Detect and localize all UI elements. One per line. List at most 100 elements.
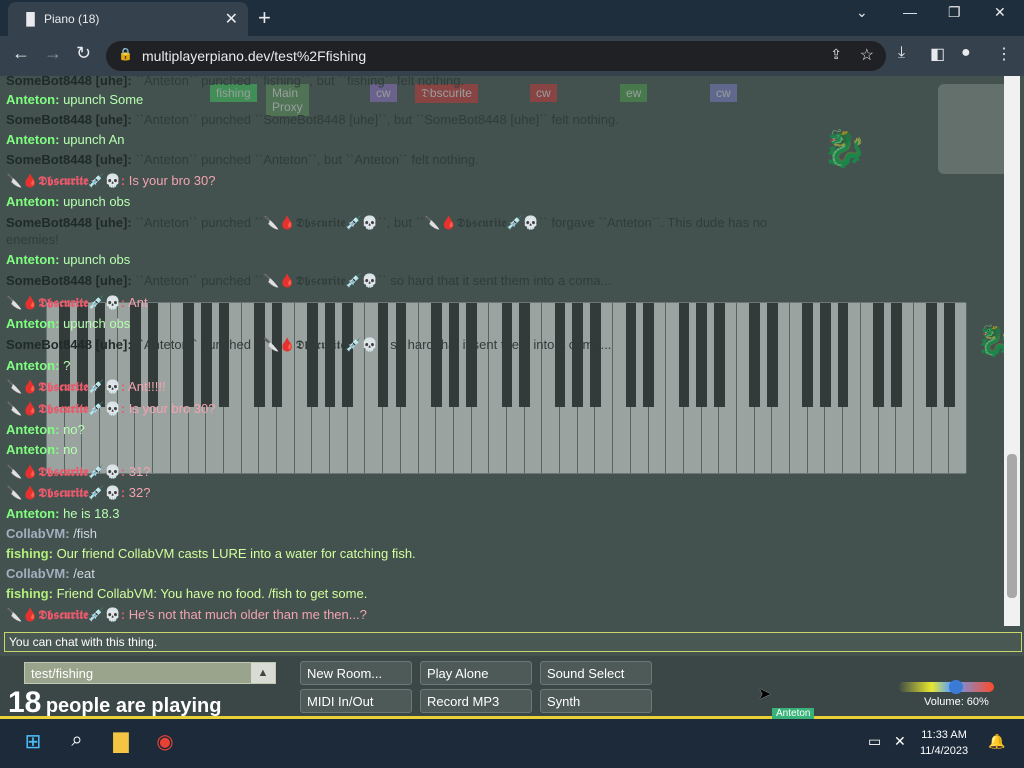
browser-tab[interactable]: ▐▌ Piano (18) ✕ <box>8 2 248 36</box>
clock[interactable]: 11:33 AM 11/4/2023 <box>920 727 968 759</box>
user-cursor-tag: Anteton <box>772 708 815 719</box>
chat-author: Anteton: <box>6 194 60 209</box>
chat-text: /eat <box>73 566 95 581</box>
clock-date: 11/4/2023 <box>920 745 969 757</box>
synth-button[interactable]: Synth <box>540 689 652 713</box>
chat-message: Anteton: upunch obs <box>6 316 130 331</box>
volume-muted-icon[interactable]: ✕ <box>894 733 906 750</box>
chat-message: CollabVM: /fish <box>6 526 97 541</box>
close-window-icon[interactable]: ✕ <box>994 4 1006 21</box>
chat-text: ``Anteton`` punched ``🔪🩸𝕯𝖇𝖘𝖈𝖚𝖗𝖎𝖙𝖊💉💀`` so… <box>135 337 612 352</box>
midi-button[interactable]: MIDI In/Out <box>300 689 412 713</box>
chat-text: ``Anteton`` punched ``SomeBot8448 [uhe]`… <box>135 112 619 127</box>
chat-message: fishing: Friend CollabVM: You have no fo… <box>6 586 367 601</box>
chat-author: CollabVM: <box>6 526 70 541</box>
chat-author: 🔪🩸𝕯𝖇𝖘𝖈𝖚𝖗𝖎𝖙𝖊💉💀: <box>6 379 126 394</box>
chat-text: 32? <box>128 485 151 500</box>
piano-page: fishing Main Proxy cw 𝔇bscurite cw ew cw 🐉 🐉 S… <box>0 76 1024 718</box>
reload-icon[interactable]: ↻ <box>76 43 91 64</box>
chat-author: 🔪🩸𝕯𝖇𝖘𝖈𝖚𝖗𝖎𝖙𝖊💉💀: <box>6 607 126 622</box>
chat-message: 🔪🩸𝕯𝖇𝖘𝖈𝖚𝖗𝖎𝖙𝖊💉💀: 31? <box>6 464 150 480</box>
profile-icon[interactable]: ● <box>961 44 971 62</box>
address-bar[interactable]: 🔒 multiplayerpiano.dev/test%2Ffishing ⇪ … <box>106 41 886 71</box>
chat-scrollbar[interactable] <box>1004 76 1020 626</box>
chat-message: Anteton: upunch Some <box>6 92 143 107</box>
scrollbar-thumb[interactable] <box>1007 454 1017 598</box>
minimize-icon[interactable]: — <box>903 4 917 20</box>
volume-slider[interactable] <box>898 682 994 692</box>
chat-text: upunch obs <box>63 252 131 267</box>
volume-knob[interactable] <box>948 680 963 694</box>
chat-message: Anteton: he is 18.3 <box>6 506 119 521</box>
close-tab-icon[interactable]: ✕ <box>225 9 238 29</box>
chevron-up-icon[interactable]: ▲ <box>251 663 275 683</box>
chat-message: 🔪🩸𝕯𝖇𝖘𝖈𝖚𝖗𝖎𝖙𝖊💉💀: Is your bro 30? <box>6 173 215 189</box>
chat-input[interactable]: You can chat with this thing. <box>4 632 1022 652</box>
chat-message: 🔪🩸𝕯𝖇𝖘𝖈𝖚𝖗𝖎𝖙𝖊💉💀: 32? <box>6 485 150 501</box>
chat-author: SomeBot8448 [uhe]: <box>6 215 132 230</box>
record-mp3-button[interactable]: Record MP3 <box>420 689 532 713</box>
chat-author: 🔪🩸𝕯𝖇𝖘𝖈𝖚𝖗𝖎𝖙𝖊💉💀: <box>6 173 126 188</box>
mouse-cursor-icon: ➤ <box>758 686 772 703</box>
chat-text: Ant!!!!! <box>128 379 166 394</box>
chat-message: Anteton: upunch obs <box>6 194 130 209</box>
side-panel-icon[interactable]: ◧ <box>930 44 945 64</box>
chat-text: ? <box>63 358 71 373</box>
forward-icon[interactable]: → <box>44 43 62 64</box>
sound-select-button[interactable]: Sound Select <box>540 661 652 685</box>
chrome-icon[interactable]: ◉ <box>150 729 180 759</box>
chat-message: 🔪🩸𝕯𝖇𝖘𝖈𝖚𝖗𝖎𝖙𝖊💉💀: Is your bro 30? <box>6 401 215 417</box>
chat-text: Is your bro 30? <box>128 173 216 188</box>
chat-text: enemies! <box>6 232 59 247</box>
share-icon[interactable]: ⇪ <box>830 46 842 63</box>
chat-author: fishing: <box>6 586 53 601</box>
chat-author: Anteton: <box>6 252 60 267</box>
room-select[interactable]: test/fishing ▲ <box>24 662 276 684</box>
chat-message: SomeBot8448 [uhe]: ``Anteton`` punched `… <box>6 273 611 289</box>
chat-message: fishing: Our friend CollabVM casts LURE … <box>6 546 416 561</box>
menu-icon[interactable]: ⋮ <box>996 44 1012 64</box>
chat-message: 🔪🩸𝕯𝖇𝖘𝖈𝖚𝖗𝖎𝖙𝖊💉💀: He's not that much older … <box>6 607 367 623</box>
play-alone-button[interactable]: Play Alone <box>420 661 532 685</box>
taskbar: ⊞ ⌕ ▇ ◉ ▭ ✕ 11:33 AM 11/4/2023 🔔 <box>0 719 1024 768</box>
download-icon[interactable]: ⤓ <box>898 44 905 62</box>
bookmark-star-icon[interactable]: ☆ <box>860 45 874 65</box>
people-count: 18 <box>8 686 42 719</box>
chat-message: enemies! <box>6 232 59 247</box>
chat-author: Anteton: <box>6 358 60 373</box>
chat-text: he is 18.3 <box>63 506 120 521</box>
chat-message: SomeBot8448 [uhe]: ``Anteton`` punched `… <box>6 337 611 353</box>
chat-author: Anteton: <box>6 422 60 437</box>
back-icon[interactable]: ← <box>12 43 30 64</box>
chat-author: SomeBot8448 [uhe]: <box>6 273 132 288</box>
chat-author: Anteton: <box>6 442 60 457</box>
clock-time: 11:33 AM <box>921 729 967 741</box>
lock-icon[interactable]: 🔒 <box>118 47 133 61</box>
browser-toolbar: ← → ↻ 🔒 multiplayerpiano.dev/test%2Ffish… <box>0 36 1024 76</box>
chat-author: Anteton: <box>6 316 60 331</box>
search-icon[interactable]: ⌕ <box>62 729 92 759</box>
chat-author: 🔪🩸𝕯𝖇𝖘𝖈𝖚𝖗𝖎𝖙𝖊💉💀: <box>6 464 126 479</box>
chat-log: SomeBot8448 [uhe]: ``Anteton`` punched `… <box>6 76 996 626</box>
chat-author: 🔪🩸𝕯𝖇𝖘𝖈𝖚𝖗𝖎𝖙𝖊💉💀: <box>6 295 126 310</box>
chat-author: CollabVM: <box>6 566 70 581</box>
tab-search-icon[interactable]: ⌄ <box>856 4 868 21</box>
room-name: test/fishing <box>31 666 94 681</box>
chat-text: no <box>63 442 78 457</box>
chat-message: CollabVM: /eat <box>6 566 95 581</box>
network-icon[interactable]: ▭ <box>868 733 881 750</box>
chat-message: Anteton: no? <box>6 422 85 437</box>
windows-start-icon[interactable]: ⊞ <box>18 729 48 759</box>
volume-label: Volume: 60% <box>924 696 989 708</box>
chat-author: Anteton: <box>6 92 60 107</box>
restore-icon[interactable]: ❐ <box>948 4 961 21</box>
chat-message: SomeBot8448 [uhe]: ``Anteton`` punched `… <box>6 152 479 167</box>
chat-message: SomeBot8448 [uhe]: ``Anteton`` punched `… <box>6 215 767 231</box>
file-explorer-icon[interactable]: ▇ <box>106 729 136 759</box>
chat-message: SomeBot8448 [uhe]: ``Anteton`` punched `… <box>6 76 464 88</box>
notification-icon[interactable]: 🔔 <box>988 733 1005 750</box>
chat-text: Is your bro 30? <box>128 401 216 416</box>
new-room-button[interactable]: New Room... <box>300 661 412 685</box>
new-tab-icon[interactable]: + <box>258 5 271 31</box>
chat-author: 🔪🩸𝕯𝖇𝖘𝖈𝖚𝖗𝖎𝖙𝖊💉💀: <box>6 401 126 416</box>
